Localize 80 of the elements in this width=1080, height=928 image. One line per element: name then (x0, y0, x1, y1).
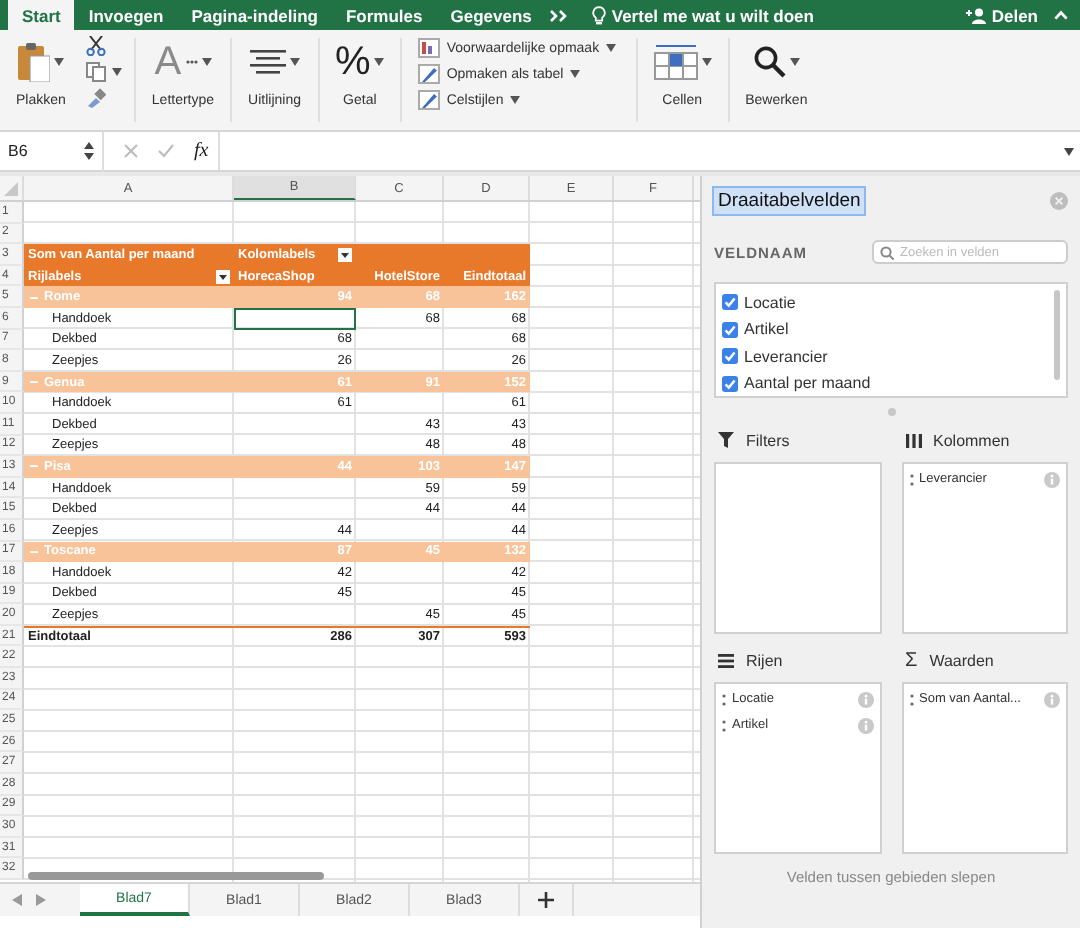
ribbon-tab[interactable]: Start (8, 0, 75, 30)
expand-formula-icon[interactable] (1064, 147, 1074, 155)
percent-icon: % (335, 38, 371, 86)
filter-icon (718, 432, 734, 448)
caret-icon (701, 58, 712, 66)
stepper-icon (84, 142, 94, 160)
info-icon[interactable] (1044, 471, 1060, 487)
caret-icon (201, 58, 212, 66)
drag-handle-icon[interactable] (909, 693, 913, 705)
checkbox[interactable] (722, 321, 738, 337)
collapse-icon[interactable] (28, 460, 40, 473)
caret-icon (605, 44, 616, 52)
next-sheet-icon[interactable] (36, 894, 46, 906)
search-icon (880, 245, 894, 259)
field-label: Artikel (744, 320, 789, 338)
field-label: Leverancier (744, 347, 828, 365)
info-icon[interactable] (857, 717, 873, 733)
area-title: Rijen (746, 651, 783, 669)
info-icon[interactable] (857, 691, 873, 707)
field-label: Locatie (744, 293, 796, 311)
search-icon (753, 46, 786, 78)
ribbon-tab[interactable]: Gegevens (436, 2, 546, 30)
scrollbar[interactable] (28, 872, 324, 880)
tell-me-search[interactable]: Vertel me wat u wilt doen (591, 2, 814, 30)
bar-chart-icon (418, 38, 441, 58)
previous-sheet-icon[interactable] (12, 894, 22, 906)
area-title: Waarden (929, 651, 994, 669)
collapse-icon[interactable] (28, 545, 40, 558)
brush-table-icon (418, 64, 441, 84)
caret-icon (289, 58, 300, 66)
selected-cell[interactable] (234, 307, 356, 330)
scissors-icon[interactable] (85, 36, 106, 56)
caret-icon (509, 96, 520, 104)
add-sheet-icon[interactable] (538, 892, 554, 908)
format-painter-icon[interactable] (85, 88, 106, 108)
ribbon-tab[interactable]: Pagina-indeling (177, 2, 332, 30)
ribbon-tab[interactable]: Invoegen (74, 2, 178, 30)
collapse-icon[interactable] (28, 291, 40, 304)
select-all-icon[interactable] (4, 181, 18, 195)
close-icon[interactable] (1050, 191, 1068, 209)
scrollbar[interactable] (1054, 290, 1060, 380)
area-title: Kolommen (933, 431, 1010, 449)
caret-icon (569, 70, 580, 78)
add-person-icon (965, 8, 988, 24)
pane-title: Draaitabelvelden (714, 187, 865, 213)
share-button[interactable]: Delen (965, 2, 1038, 30)
columns-icon (905, 433, 921, 447)
caret-icon (789, 58, 800, 66)
font-icon: A (154, 38, 182, 86)
cells-icon (653, 44, 698, 80)
splitter-handle[interactable] (887, 408, 895, 416)
check-icon[interactable] (158, 144, 174, 158)
rows-icon (718, 653, 734, 667)
collapse-icon[interactable] (28, 376, 40, 389)
column-filter-dropdown-icon[interactable] (338, 247, 352, 262)
checkbox[interactable] (722, 348, 738, 364)
checkbox[interactable] (722, 375, 738, 391)
lightbulb-icon (591, 6, 606, 26)
info-icon[interactable] (1044, 691, 1060, 707)
drag-handle-icon[interactable] (909, 473, 913, 485)
more-tabs-icon[interactable] (549, 10, 568, 22)
brush-table-icon (418, 90, 441, 110)
checkbox[interactable] (722, 294, 738, 310)
drag-handle-icon[interactable] (722, 719, 726, 731)
sum-icon: Σ (905, 649, 918, 671)
field-label: Aantal per maand (744, 374, 871, 392)
name-box[interactable]: B6 (0, 131, 104, 171)
row-filter-dropdown-icon[interactable] (216, 269, 230, 284)
caret-icon (53, 58, 64, 66)
align-icon (249, 50, 286, 74)
caret-icon (374, 58, 385, 66)
cancel-icon[interactable] (124, 144, 138, 158)
collapse-ribbon-icon[interactable] (1054, 10, 1068, 20)
caret-icon (111, 68, 122, 76)
insert-function-button[interactable]: fx (194, 140, 209, 162)
area-title: Filters (746, 431, 790, 449)
drop-area[interactable] (714, 462, 881, 634)
ribbon-tab[interactable]: Formules (331, 2, 437, 30)
drag-handle-icon[interactable] (722, 693, 726, 705)
clipboard-icon (17, 42, 50, 82)
